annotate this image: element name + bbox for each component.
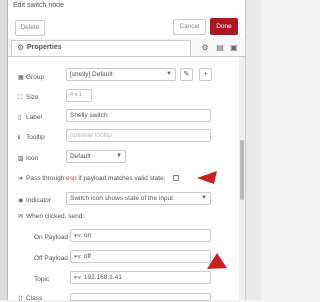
tray-title: Edit switch node: [13, 2, 64, 9]
tooltip-input[interactable]: optional tooltip: [66, 129, 211, 142]
workspace-right-edge: [246, 0, 261, 300]
plus-icon: +: [203, 71, 208, 78]
tooltip-row-label: ℹ Tooltip: [18, 134, 45, 141]
tag-icon: ▯: [18, 115, 22, 121]
image-icon: ▨: [18, 156, 24, 162]
annotation-arrow-pass-through: [197, 171, 217, 184]
workspace-left-edge: [0, 0, 7, 300]
pass-through-suffix: if payload matches valid state:: [78, 175, 166, 182]
pass-through-checkbox[interactable]: [173, 175, 179, 181]
on-payload-input[interactable]: ▾ᵃz on: [70, 229, 211, 242]
tab-properties-label: Properties: [27, 44, 62, 51]
eye-icon: ◉: [18, 198, 24, 204]
topic-label: Topic: [34, 276, 50, 283]
type-string-icon[interactable]: ▾ᵃz: [74, 231, 81, 241]
pencil-icon: ✎: [183, 71, 190, 78]
table-icon: ▦: [18, 75, 24, 81]
tab-description-icon[interactable]: ▤: [213, 41, 227, 55]
off-payload-input[interactable]: ▾ᵃz off: [70, 250, 211, 263]
off-payload-label: Off Payload: [34, 255, 68, 262]
icon-select[interactable]: Default ▼: [66, 150, 126, 163]
icon-label: Icon: [26, 155, 39, 162]
done-button[interactable]: Done: [210, 18, 238, 35]
group-select-value: [shelly] Default: [70, 71, 113, 78]
add-group-button[interactable]: +: [199, 68, 212, 81]
type-string-icon[interactable]: ▾ᵃz: [74, 252, 81, 262]
indicator-label: Indicator: [26, 197, 51, 204]
envelope-icon: ✉: [18, 214, 24, 220]
chevron-down-icon: ▼: [201, 195, 207, 201]
size-button[interactable]: 4 x 1: [66, 89, 92, 102]
annotation-arrow-topic: [207, 253, 227, 269]
pass-through-row: ➜ Pass through esp if payload matches val…: [18, 175, 166, 182]
indicator-select-value: Switch icon shows state of the input: [70, 195, 173, 202]
info-icon: ℹ: [18, 135, 21, 141]
on-payload-value: on: [83, 232, 92, 239]
chevron-down-icon: ▼: [116, 153, 122, 159]
label-row-label: ▯ Label: [18, 114, 42, 121]
topic-value: 192.168.1.41: [83, 274, 122, 281]
code-icon: ⟨⟩: [18, 296, 23, 302]
icon-select-value: Default: [70, 153, 91, 160]
class-row-label: ⟨⟩ Class: [18, 295, 42, 302]
annotation-arrow-head: [197, 171, 217, 184]
icon-row-label: ▨ Icon: [18, 155, 38, 162]
cancel-button[interactable]: Cancel: [173, 19, 206, 35]
group-select[interactable]: [shelly] Default ▼: [66, 68, 176, 81]
gear-icon: ⚙: [17, 43, 25, 52]
size-label: Size: [26, 94, 39, 101]
tab-properties[interactable]: ⚙ Properties: [11, 40, 191, 56]
group-label: Group: [26, 74, 45, 81]
tab-appearance-icon[interactable]: ▣: [227, 41, 241, 55]
label-label: Label: [26, 114, 42, 121]
topic-input[interactable]: ▾ᵃz 192.168.1.41: [70, 271, 211, 284]
edit-group-button[interactable]: ✎: [180, 68, 193, 81]
annotation-arrow-head: [207, 253, 227, 269]
arrow-right-icon: ➜: [18, 176, 24, 182]
class-label: Class: [26, 295, 43, 302]
group-row-label: ▦ Group: [18, 74, 44, 81]
chevron-down-icon: ▼: [166, 71, 172, 77]
delete-button[interactable]: Delete: [15, 20, 45, 36]
when-clicked-row: ✉ When clicked, send:: [18, 213, 84, 220]
size-row-label: ⛶ Size: [18, 94, 39, 102]
scrollbar-thumb[interactable]: [240, 140, 244, 200]
on-payload-label: On Payload: [34, 234, 68, 241]
off-payload-value: off: [83, 253, 91, 260]
pass-through-esp: esp: [66, 175, 77, 182]
type-string-icon[interactable]: ▾ᵃz: [74, 273, 81, 283]
when-clicked-label: When clicked, send:: [26, 213, 85, 220]
tooltip-label: Tooltip: [26, 134, 45, 141]
pass-through-prefix: Pass through: [26, 175, 65, 182]
indicator-select[interactable]: Switch icon shows state of the input ▼: [66, 192, 211, 205]
tab-settings-gear-icon[interactable]: ⚙: [198, 41, 212, 55]
resize-icon: ⛶: [18, 95, 23, 101]
indicator-row-label: ◉ Indicator: [18, 197, 51, 204]
label-input[interactable]: Shelly switch: [66, 109, 211, 122]
